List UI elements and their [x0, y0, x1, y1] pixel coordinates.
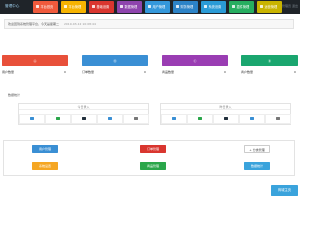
panel-title: 今日录入	[19, 104, 148, 110]
chart-icon	[134, 117, 138, 121]
tab-icon	[260, 5, 263, 9]
chart-icon	[250, 117, 254, 121]
tab-6[interactable]: 系统设置	[201, 1, 226, 13]
tab-label: 运营管理	[264, 5, 278, 9]
stat-cell[interactable]	[123, 114, 149, 124]
tab-1[interactable]: 平台管理	[61, 1, 86, 13]
stat-card-users[interactable]: Ⓐ	[2, 55, 68, 66]
stat-cell[interactable]	[71, 114, 97, 124]
tab-8[interactable]: 运营管理	[257, 1, 282, 13]
chart-icon	[198, 117, 202, 121]
tab-label: 系统设置	[208, 5, 222, 9]
stat-card-orders[interactable]: Ⓑ	[82, 55, 148, 66]
stats-title: 数据统计	[8, 93, 21, 97]
stat-cell[interactable]	[265, 114, 291, 124]
chart-icon	[108, 117, 112, 121]
shortcut-button-1[interactable]: 订单管理	[140, 145, 166, 153]
stat-cell[interactable]	[97, 114, 123, 124]
tab-7[interactable]: 插件管理	[229, 1, 254, 13]
tab-5[interactable]: 财务管理	[173, 1, 198, 13]
tab-icon	[204, 5, 207, 9]
shop-home-button[interactable]: 商城主页	[271, 185, 298, 196]
welcome-text: 欢迎回到系统管理平台，今天是星期二	[8, 22, 60, 26]
card-label: 商品数量	[162, 70, 175, 74]
stat-cell[interactable]	[239, 114, 265, 124]
chart-icon	[82, 117, 86, 121]
tab-0[interactable]: 平台首页	[33, 1, 58, 13]
user-links[interactable]: 管理员 退出	[282, 4, 298, 8]
chart-icon	[56, 117, 60, 121]
tab-label: 用户管理	[152, 5, 166, 9]
tab-label: 财务管理	[180, 5, 194, 9]
chart-icon	[30, 117, 34, 121]
card-value: 0	[224, 70, 226, 74]
stat-cell[interactable]	[213, 114, 239, 124]
chart-icon	[276, 117, 280, 121]
tab-3[interactable]: 数据管理	[117, 1, 142, 13]
card-value: 0	[64, 70, 66, 74]
stat-cell[interactable]	[19, 114, 45, 124]
shortcut-button-0[interactable]: 用户管理	[32, 145, 58, 153]
tab-icon	[148, 5, 151, 9]
card-label: 用户数量	[2, 70, 15, 74]
welcome-breadcrumb: 欢迎回到系统管理平台，今天是星期二 2019-03-12 10:08:44	[4, 19, 294, 29]
stat-card-products[interactable]: Ⓒ	[162, 55, 228, 66]
card-icon: Ⓐ	[33, 58, 37, 63]
card-value: 0	[144, 70, 146, 74]
shortcut-button-2[interactable]: + 分类管理	[244, 145, 270, 153]
tab-icon	[232, 5, 235, 9]
stat-cell[interactable]	[45, 114, 71, 124]
tab-icon	[36, 5, 39, 9]
tab-label: 平台首页	[40, 5, 54, 9]
shortcut-panel: 用户管理 订单管理 + 分类管理 系统设置 商品管理 数据统计	[3, 140, 295, 176]
tab-label: 插件管理	[236, 5, 250, 9]
shortcut-button-3[interactable]: 系统设置	[32, 162, 58, 170]
card-value: 0	[294, 70, 296, 74]
tab-icon	[120, 5, 123, 9]
chart-icon	[172, 117, 176, 121]
card-icon: Ⓑ	[113, 58, 117, 63]
tab-label: 基础设置	[96, 5, 110, 9]
stat-cell[interactable]	[187, 114, 213, 124]
stat-cell[interactable]	[161, 114, 187, 124]
stats-panel-yesterday: 昨日录入	[160, 103, 291, 125]
shortcut-button-4[interactable]: 商品管理	[140, 162, 166, 170]
tab-4[interactable]: 用户管理	[145, 1, 170, 13]
stats-panel-today: 今日录入	[18, 103, 149, 125]
chart-icon	[224, 117, 228, 121]
card-label: 商户数量	[241, 70, 254, 74]
tab-label: 平台管理	[68, 5, 82, 9]
tab-icon	[176, 5, 179, 9]
tab-icon	[92, 5, 95, 9]
tab-icon	[64, 5, 67, 9]
brand-title: 管理中心	[5, 4, 20, 8]
panel-title: 昨日录入	[161, 104, 290, 110]
shortcut-button-5[interactable]: 数据统计	[244, 162, 270, 170]
tab-2[interactable]: 基础设置	[89, 1, 114, 13]
card-label: 订单数量	[82, 70, 95, 74]
stat-card-merchants[interactable]: Ⓓ	[241, 55, 298, 66]
tab-label: 数据管理	[124, 5, 138, 9]
card-icon: Ⓒ	[193, 58, 197, 63]
login-date: 2019-03-12 10:08:44	[63, 22, 96, 26]
card-icon: Ⓓ	[267, 58, 271, 63]
top-navigation-bar: 管理中心 平台首页 平台管理 基础设置 数据管理 用户管理 财务管理 系统设置 …	[0, 0, 300, 14]
